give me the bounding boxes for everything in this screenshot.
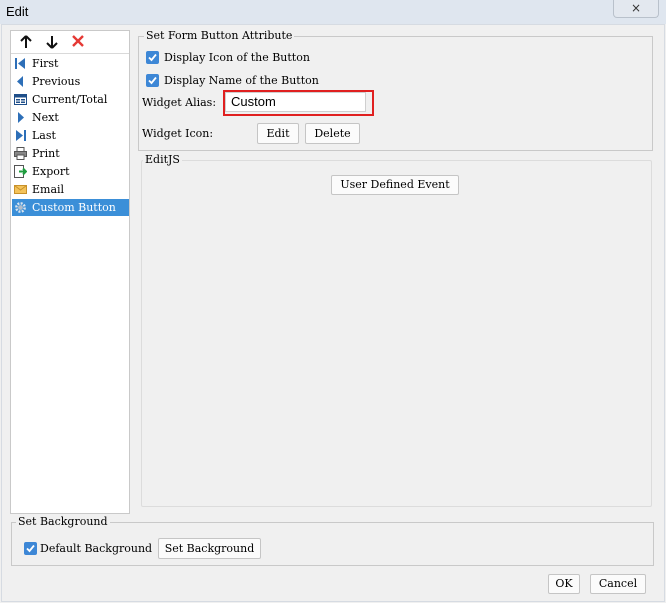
list-item-label: Export <box>32 165 70 178</box>
list-item-email[interactable]: Email <box>12 181 129 198</box>
group-title: Set Background <box>16 515 110 528</box>
arrow-up-icon <box>20 35 32 48</box>
widget-alias-input[interactable]: Custom <box>225 92 366 112</box>
checkbox-checked-icon <box>24 542 37 555</box>
list-item-print[interactable]: Print <box>12 145 129 162</box>
checkbox-checked-icon <box>146 51 159 64</box>
display-name-label: Display Name of the Button <box>164 74 319 87</box>
list-item-next[interactable]: Next <box>12 109 129 126</box>
edit-icon-button[interactable]: Edit <box>257 123 299 144</box>
email-icon <box>14 185 27 194</box>
widget-alias-label: Widget Alias: <box>142 96 217 109</box>
delete-x-icon <box>72 35 84 47</box>
list-item-label: Next <box>32 111 59 124</box>
group-title: Set Form Button Attribute <box>144 29 295 42</box>
move-down-button[interactable] <box>43 34 61 50</box>
list-item-label: Email <box>32 183 65 196</box>
list-item-previous[interactable]: Previous <box>12 73 129 90</box>
first-icon <box>15 58 25 69</box>
widget-icon-label: Widget Icon: <box>142 127 214 140</box>
list-item-export[interactable]: Export <box>12 163 129 180</box>
cancel-button[interactable]: Cancel <box>590 574 646 594</box>
display-icon-label: Display Icon of the Button <box>164 51 310 64</box>
user-defined-event-button[interactable]: User Defined Event <box>331 175 459 195</box>
window-title: Edit <box>6 4 29 19</box>
default-background-label: Default Background <box>40 542 153 555</box>
editjs-panel <box>141 160 652 507</box>
print-icon <box>14 147 27 160</box>
previous-icon <box>17 76 23 87</box>
list-item-label: First <box>32 57 59 70</box>
checkbox-checked-icon <box>146 74 159 87</box>
arrow-down-icon <box>46 36 58 49</box>
current-total-icon <box>14 94 27 105</box>
editjs-title: EditJS <box>143 153 182 166</box>
list-item-current-total[interactable]: Current/Total <box>12 91 129 108</box>
list-item-label: Current/Total <box>32 93 108 106</box>
close-button[interactable]: × <box>613 0 659 18</box>
export-icon <box>14 165 27 178</box>
list-item-label: Previous <box>32 75 81 88</box>
widget-list-panel: First Previous Current/Total Next Last P… <box>10 30 130 514</box>
list-item-label: Print <box>32 147 60 160</box>
list-item-label: Last <box>32 129 56 142</box>
gear-icon <box>15 202 26 213</box>
list-item-first[interactable]: First <box>12 55 129 72</box>
list-toolbar <box>11 31 129 54</box>
next-icon <box>18 112 24 123</box>
set-background-button[interactable]: Set Background <box>158 538 261 559</box>
last-icon <box>16 130 26 141</box>
delete-widget-button[interactable] <box>69 34 87 50</box>
ok-button[interactable]: OK <box>548 574 580 594</box>
list-item-last[interactable]: Last <box>12 127 129 144</box>
list-item-label: Custom Button <box>32 201 116 214</box>
list-item-custom-button[interactable]: Custom Button <box>12 199 129 216</box>
delete-icon-button[interactable]: Delete <box>305 123 360 144</box>
title-bar: Edit × <box>0 0 666 24</box>
move-up-button[interactable] <box>17 34 35 50</box>
close-icon: × <box>630 1 642 15</box>
